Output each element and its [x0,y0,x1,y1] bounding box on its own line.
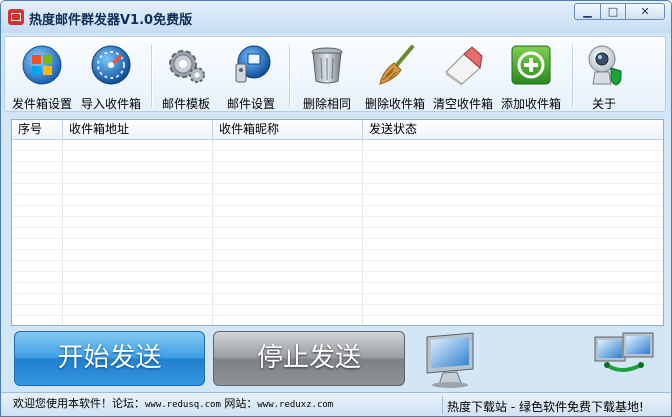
outbox-settings-button[interactable]: 发件箱设置 [7,40,77,111]
toolbar-label: 清空收件箱 [432,97,493,111]
toolbar-label: 发件箱设置 [11,97,72,111]
network-settings-icon [235,45,271,83]
network-computers-icon [594,332,654,372]
computer-monitor-icon [426,332,474,388]
status-site-slogan: 热度下载站 - 绿色软件免费下载基地! [447,400,644,414]
toolbar-label: 删除收件箱 [364,97,425,111]
status-bar: 欢迎您使用本软件！论坛：www.redusq.com 网站：www.reduxz… [1,392,671,416]
delete-inbox-button[interactable]: 删除收件箱 [361,40,429,111]
column-divider [212,140,213,325]
import-inbox-button[interactable]: 导入收件箱 [77,40,145,111]
status-welcome-text: 欢迎您使用本软件！论坛： [13,397,145,410]
toolbar-label: 邮件模板 [161,97,210,111]
status-welcome: 欢迎您使用本软件！论坛：www.redusq.com 网站：www.reduxz… [13,395,333,411]
forum-link[interactable]: www.redusq.com [145,400,221,410]
add-inbox-button[interactable]: 添加收件箱 [496,40,566,111]
close-button[interactable]: ✕ [625,3,665,20]
trash-bin-icon [311,47,343,84]
column-divider [362,140,363,325]
list-header: 序号 收件箱地址 收件箱昵称 发送状态 [12,120,663,140]
toolbar-label: 关于 [591,97,616,111]
stop-send-button[interactable]: 停止发送 [213,331,405,386]
mail-settings-button[interactable]: 邮件设置 [220,40,282,111]
main-window: 热度邮件群发器V1.0免费版 ▁ □ ✕ 发件箱设置 导入收件箱 邮件模板 邮件… [0,0,672,417]
toolbar-label: 导入收件箱 [80,97,141,111]
gauge-globe-icon [91,45,131,85]
about-button[interactable]: 关于 [577,40,631,111]
add-icon [511,45,551,85]
column-divider [62,140,63,325]
toolbar-separator [289,45,291,107]
broom-icon [379,45,414,85]
window-title: 热度邮件群发器V1.0免费版 [29,13,193,28]
status-site-label: 网站： [220,397,258,410]
windows-globe-icon [22,45,62,85]
column-header-address[interactable]: 收件箱地址 [63,120,213,139]
status-separator [442,396,443,414]
delete-duplicates-button[interactable]: 删除相同 [296,40,358,111]
column-header-status[interactable]: 发送状态 [363,120,663,139]
column-header-nickname[interactable]: 收件箱昵称 [213,120,363,139]
toolbar-separator [572,45,574,107]
gears-icon [169,50,205,83]
toolbar: 发件箱设置 导入收件箱 邮件模板 邮件设置 删除相同 删除收件箱 清空收件箱 添… [4,36,666,112]
toolbar-label: 邮件设置 [226,97,275,111]
minimize-button[interactable]: ▁ [574,3,601,20]
column-header-index[interactable]: 序号 [12,120,63,139]
start-send-button[interactable]: 开始发送 [14,331,205,386]
toolbar-label: 删除相同 [302,97,351,111]
mail-template-button[interactable]: 邮件模板 [155,40,217,111]
title-bar[interactable]: 热度邮件群发器V1.0免费版 ▁ □ ✕ [1,1,671,33]
recipient-list[interactable]: 序号 收件箱地址 收件箱昵称 发送状态 [11,119,664,326]
maximize-button[interactable]: □ [600,3,626,20]
eraser-icon [445,46,483,86]
clear-inbox-button[interactable]: 清空收件箱 [429,40,497,111]
mail-app-icon [8,9,24,25]
toolbar-label: 添加收件箱 [500,97,561,111]
toolbar-separator [151,45,153,107]
list-body[interactable] [12,140,663,325]
webcam-shield-icon [588,45,622,86]
website-link[interactable]: www.reduxz.com [257,400,333,410]
